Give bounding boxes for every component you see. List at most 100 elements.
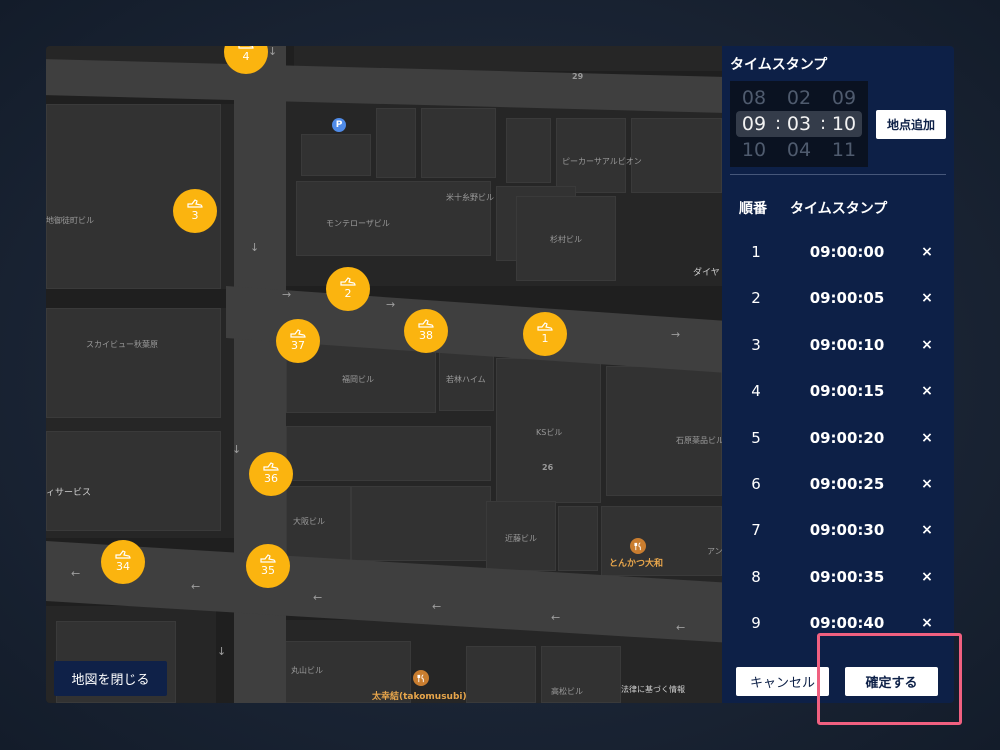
map-label-maruyama: 丸山ビル <box>291 666 323 675</box>
direction-arrow: ← <box>191 580 201 593</box>
direction-arrow: → <box>282 288 292 301</box>
building <box>558 506 598 571</box>
block-number-26: 26 <box>542 463 554 472</box>
direction-arrow: ← <box>551 611 561 624</box>
map-view[interactable]: ↓ ↓ → → → ↓ ← ← ← ← ← ← ↓ 29 ピーカーサアルビオン … <box>46 46 722 703</box>
direction-arrow: ↓ <box>217 645 227 658</box>
row-timestamp: 09:00:35 <box>809 568 885 586</box>
table-row: 2 09:00:05 × <box>722 275 954 321</box>
add-point-button[interactable]: 地点追加 <box>876 110 946 139</box>
direction-arrow: ↓ <box>250 241 260 254</box>
delete-row-icon[interactable]: × <box>917 322 937 368</box>
marker-number: 35 <box>261 563 275 577</box>
row-timestamp: 09:00:40 <box>809 614 885 632</box>
marker-number: 3 <box>191 208 199 222</box>
route-marker[interactable]: 1 <box>523 312 567 356</box>
table-row: 7 09:00:30 × <box>722 507 954 553</box>
map-label-fukuoka: 福岡ビル <box>342 375 374 384</box>
building <box>46 431 221 531</box>
minute-wheel[interactable]: 02 03 04 <box>779 85 819 163</box>
row-order: 4 <box>751 382 761 400</box>
row-timestamp: 09:00:25 <box>809 475 885 493</box>
route-marker[interactable]: 38 <box>404 309 448 353</box>
restaurant-icon[interactable] <box>413 670 429 686</box>
second-wheel[interactable]: 09 10 11 <box>824 85 864 163</box>
route-marker[interactable]: 35 <box>246 544 290 588</box>
building <box>421 108 496 178</box>
direction-arrow: ← <box>432 600 442 613</box>
parking-icon[interactable]: P <box>332 118 346 132</box>
building <box>606 366 722 496</box>
direction-arrow: → <box>386 298 396 311</box>
route-marker[interactable]: 3 <box>173 189 217 233</box>
row-order: 9 <box>751 614 761 632</box>
panel-title: タイムスタンプ <box>730 57 828 73</box>
hour-option[interactable]: 08 <box>734 85 774 111</box>
route-marker[interactable]: 34 <box>101 540 145 584</box>
row-timestamp: 09:00:30 <box>809 521 885 539</box>
row-order: 5 <box>751 429 761 447</box>
minute-option[interactable]: 02 <box>779 85 819 111</box>
map-label-kondo: 近藤ビル <box>505 534 537 543</box>
row-timestamp: 09:00:05 <box>809 289 885 307</box>
map-label-tonkatsu[interactable]: とんかつ大和 <box>609 556 663 569</box>
delete-row-icon[interactable]: × <box>917 600 937 646</box>
route-marker[interactable]: 36 <box>249 452 293 496</box>
map-label-an: アン <box>707 547 722 556</box>
minute-option[interactable]: 04 <box>779 137 819 163</box>
second-option[interactable]: 09 <box>824 85 864 111</box>
map-label-skyview: スカイビュー秋葉原 <box>86 340 158 349</box>
delete-row-icon[interactable]: × <box>917 461 937 507</box>
marker-number: 1 <box>541 331 549 345</box>
confirm-button[interactable]: 確定する <box>845 667 938 696</box>
map-label-osaka: 大阪ビル <box>293 517 325 526</box>
second-selected[interactable]: 10 <box>824 111 864 137</box>
building <box>286 426 491 481</box>
map-label-ishihara: 石原薬品ビル <box>676 436 722 445</box>
building <box>46 308 221 418</box>
route-marker[interactable]: 37 <box>276 319 320 363</box>
map-label-pcar: ピーカーサアルビオン <box>562 157 642 166</box>
table-row: 6 09:00:25 × <box>722 461 954 507</box>
delete-row-icon[interactable]: × <box>917 507 937 553</box>
shoe-icon <box>290 328 306 338</box>
delete-row-icon[interactable]: × <box>917 275 937 321</box>
legal-info-link[interactable]: 法律に基づく情報 <box>621 684 685 695</box>
delete-row-icon[interactable]: × <box>917 415 937 461</box>
table-row: 8 09:00:35 × <box>722 554 954 600</box>
row-order: 8 <box>751 568 761 586</box>
row-order: 7 <box>751 521 761 539</box>
row-timestamp: 09:00:10 <box>809 336 885 354</box>
direction-arrow: → <box>671 328 681 341</box>
marker-number: 37 <box>291 338 305 352</box>
hour-wheel[interactable]: 08 09 10 <box>734 85 774 163</box>
route-marker[interactable]: 2 <box>326 267 370 311</box>
delete-row-icon[interactable]: × <box>917 229 937 275</box>
second-option[interactable]: 11 <box>824 137 864 163</box>
delete-row-icon[interactable]: × <box>917 554 937 600</box>
close-map-button[interactable]: 地図を閉じる <box>54 661 167 696</box>
block-number-29: 29 <box>572 72 584 81</box>
cancel-button[interactable]: キャンセル <box>736 667 829 696</box>
hour-selected[interactable]: 09 <box>734 111 774 137</box>
shoe-icon <box>263 461 279 471</box>
row-timestamp: 09:00:15 <box>809 382 885 400</box>
building <box>376 108 416 178</box>
map-label-service: ィサービス <box>46 488 92 498</box>
shoe-icon <box>115 549 131 559</box>
row-order: 3 <box>751 336 761 354</box>
divider <box>730 174 946 175</box>
hour-option[interactable]: 10 <box>734 137 774 163</box>
row-order: 2 <box>751 289 761 307</box>
map-label-takomusubi[interactable]: 太幸結(takomusubi) <box>372 689 467 702</box>
time-picker[interactable]: 08 09 10 : 02 03 04 : 09 10 11 <box>730 81 868 167</box>
table-row: 1 09:00:00 × <box>722 229 954 275</box>
delete-row-icon[interactable]: × <box>917 368 937 414</box>
shoe-icon <box>537 321 553 331</box>
map-label-ks: KSビル <box>536 428 563 437</box>
minute-selected[interactable]: 03 <box>779 111 819 137</box>
map-label-chiotekicho: 地御徒町ビル <box>46 216 94 225</box>
shoe-icon <box>340 276 356 286</box>
timestamp-map-dialog: ↓ ↓ → → → ↓ ← ← ← ← ← ← ↓ 29 ピーカーサアルビオン … <box>46 46 954 703</box>
restaurant-icon[interactable] <box>630 538 646 554</box>
